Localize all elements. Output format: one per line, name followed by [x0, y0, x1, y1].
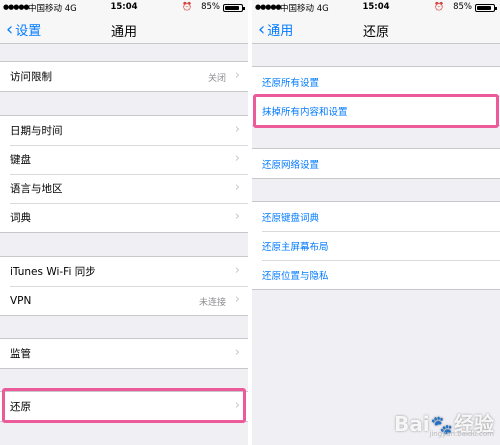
battery-percent: 85% — [201, 2, 220, 12]
erase-all-content-button[interactable]: 抹掉所有内容和设置 — [252, 96, 500, 125]
list-item-vpn[interactable]: VPN 未连接 › — [0, 286, 248, 315]
reset-keyboard-dictionary-button[interactable]: 还原键盘词典 — [252, 202, 500, 231]
chevron-right-icon: › — [234, 398, 240, 413]
reset-network-settings-button[interactable]: 还原网络设置 — [252, 149, 500, 178]
list-item-itunes-wifi-sync[interactable]: iTunes Wi-Fi 同步 › — [0, 257, 248, 286]
settings-group-network: iTunes Wi-Fi 同步 › VPN 未连接 › — [0, 256, 248, 316]
navigation-bar: ‹ 设置 通用 — [0, 14, 248, 44]
reset-home-screen-layout-button[interactable]: 还原主屏幕布局 — [252, 231, 500, 260]
list-item-restrictions[interactable]: 访问限制 关闭 › — [0, 62, 248, 91]
list-item-label: 词典 — [10, 212, 31, 224]
list-item-label: 还原网络设置 — [262, 159, 320, 171]
page-title: 通用 — [110, 25, 137, 40]
chevron-right-icon: › — [234, 263, 240, 278]
list-item-label: 抹掉所有内容和设置 — [262, 106, 348, 118]
chevron-right-icon: › — [234, 292, 240, 307]
chevron-right-icon: › — [234, 151, 240, 166]
list-item-label: 还原 — [10, 401, 31, 413]
reset-group-all: 还原所有设置 抹掉所有内容和设置 — [252, 66, 500, 126]
list-item-label: 还原所有设置 — [262, 77, 320, 89]
list-item-label: 访问限制 — [10, 71, 52, 83]
list-item-label: 键盘 — [10, 154, 31, 166]
list-item-language-region[interactable]: 语言与地区 › — [0, 174, 248, 203]
reset-screen: ●●●●● 中国移动 4G 15:04 ⏰ 85% ‹ 通用 还原 还原所有设置… — [252, 0, 500, 445]
chevron-right-icon: › — [234, 122, 240, 137]
alarm-clock-icon: ⏰ — [434, 2, 444, 11]
chevron-right-icon: › — [234, 68, 240, 83]
chevron-right-icon: › — [234, 345, 240, 360]
baidu-watermark: Bai🐾经验 jingyan.baidu.com — [393, 408, 494, 438]
battery-percent: 85% — [453, 2, 472, 12]
navigation-bar: ‹ 通用 还原 — [252, 14, 500, 44]
settings-group-reset: 还原 › — [0, 391, 248, 422]
reset-all-settings-button[interactable]: 还原所有设置 — [252, 67, 500, 96]
page-title: 还原 — [362, 25, 389, 40]
list-item-dictionary[interactable]: 词典 › — [0, 203, 248, 232]
general-settings-screen: ●●●●● 中国移动 4G 15:04 ⏰ 85% ‹ 设置 通用 访问限制 关… — [0, 0, 248, 445]
list-item-label: VPN — [10, 294, 32, 307]
settings-group-restrictions: 访问限制 关闭 › — [0, 61, 248, 92]
list-item-label: iTunes Wi-Fi 同步 — [10, 266, 96, 278]
alarm-clock-icon: ⏰ — [182, 2, 192, 11]
list-item-label: 监管 — [10, 348, 31, 360]
chevron-right-icon: › — [234, 180, 240, 195]
chevron-right-icon: › — [234, 209, 240, 224]
status-bar: ●●●●● 中国移动 4G 15:04 ⏰ 85% — [252, 0, 500, 14]
battery-icon — [475, 4, 497, 12]
settings-group-supervision: 监管 › — [0, 338, 248, 369]
status-bar: ●●●●● 中国移动 4G 15:04 ⏰ 85% — [0, 0, 248, 14]
list-item-label: 语言与地区 — [10, 183, 63, 195]
list-item-label: 还原主屏幕布局 — [262, 241, 329, 253]
list-item-label: 还原位置与隐私 — [262, 270, 329, 282]
reset-group-other: 还原键盘词典 还原主屏幕布局 还原位置与隐私 — [252, 201, 500, 290]
list-item-label: 还原键盘词典 — [262, 212, 320, 224]
list-item-label: 日期与时间 — [10, 125, 63, 137]
list-item-reset[interactable]: 还原 › — [0, 392, 248, 421]
watermark-text-left: Bai — [393, 412, 430, 436]
battery-icon — [223, 4, 245, 12]
settings-group-locale: 日期与时间 › 键盘 › 语言与地区 › 词典 › — [0, 115, 248, 233]
reset-group-network: 还原网络设置 — [252, 148, 500, 179]
list-item-keyboard[interactable]: 键盘 › — [0, 145, 248, 174]
list-item-date-time[interactable]: 日期与时间 › — [0, 116, 248, 145]
list-item-supervision[interactable]: 监管 › — [0, 339, 248, 368]
list-item-detail: 未连接 — [198, 298, 226, 308]
list-item-detail: 关闭 — [207, 74, 226, 84]
reset-location-privacy-button[interactable]: 还原位置与隐私 — [252, 260, 500, 289]
watermark-url: jingyan.baidu.com — [429, 430, 494, 438]
